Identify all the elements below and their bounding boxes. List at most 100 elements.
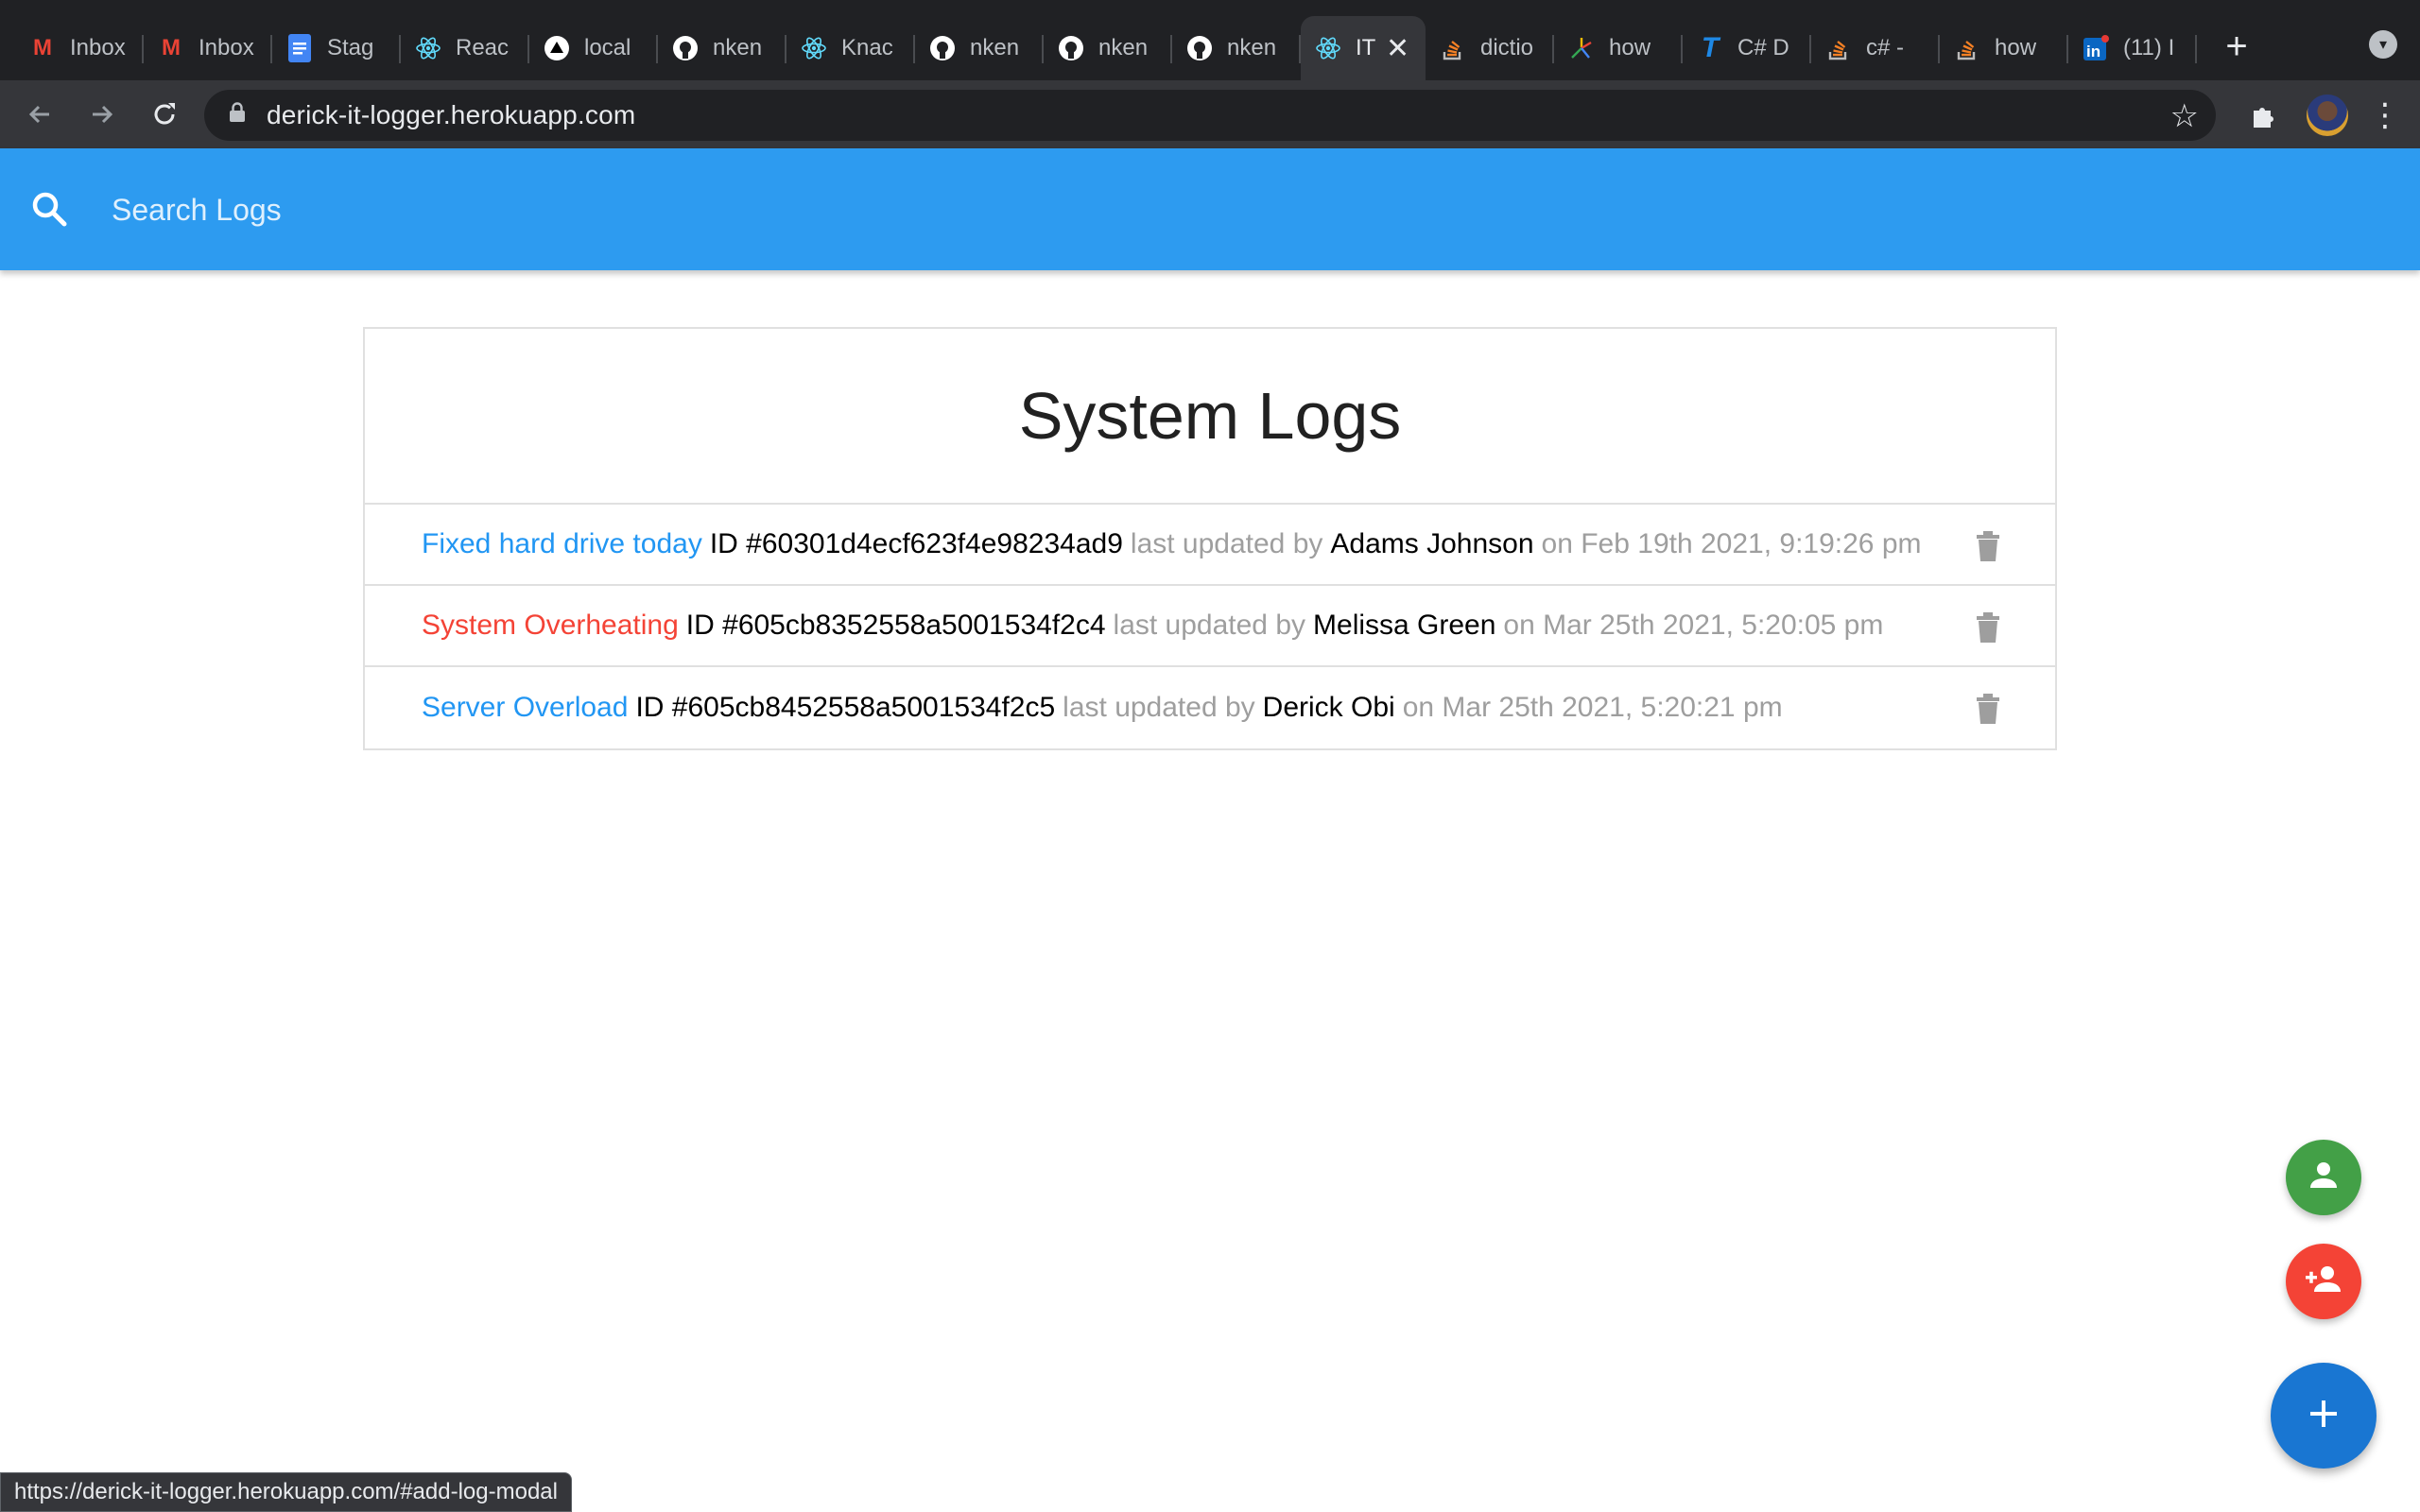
extensions-puzzle-icon[interactable] bbox=[2240, 92, 2288, 139]
tab-label: dictio bbox=[1480, 35, 1534, 60]
add-log-button[interactable] bbox=[2271, 1363, 2377, 1469]
profile-avatar[interactable] bbox=[2307, 94, 2348, 136]
tab-label: C# D bbox=[1737, 35, 1789, 60]
log-updated-by-label: last updated by bbox=[1063, 692, 1255, 723]
github-icon bbox=[671, 34, 700, 62]
browser-tab[interactable]: Knac bbox=[786, 16, 915, 80]
delete-trash-icon[interactable] bbox=[1974, 692, 2002, 726]
log-date: on Feb 19th 2021, 9:19:26 pm bbox=[1541, 528, 1922, 559]
log-updated-by-label: last updated by bbox=[1130, 528, 1323, 559]
tab-label: c# - bbox=[1866, 35, 1905, 60]
back-arrow-icon[interactable] bbox=[15, 90, 64, 139]
delete-trash-icon[interactable] bbox=[1974, 529, 2002, 563]
address-bar[interactable]: derick-it-logger.herokuapp.com ☆ bbox=[204, 90, 2216, 141]
browser-tab[interactable]: Stag bbox=[272, 16, 401, 80]
tech-list-button[interactable] bbox=[2286, 1140, 2361, 1215]
page-title: System Logs bbox=[1018, 379, 1402, 453]
vercel-icon bbox=[543, 34, 571, 62]
react-icon bbox=[800, 34, 828, 62]
github-icon bbox=[1185, 34, 1214, 62]
tab-label: how bbox=[1995, 35, 2037, 60]
log-tech-name: Derick Obi bbox=[1262, 692, 1395, 723]
log-message-link[interactable]: Fixed hard drive today bbox=[422, 528, 702, 560]
add-icon bbox=[2305, 1395, 2342, 1437]
log-message-link[interactable]: Server Overload bbox=[422, 692, 628, 724]
log-tech-name: Adams Johnson bbox=[1330, 528, 1534, 559]
log-item: System Overheating ID #605cb8352558a5001… bbox=[365, 586, 2055, 667]
tab-label: nken bbox=[1227, 35, 1277, 60]
toolbar-actions: ⋮ bbox=[2227, 92, 2401, 139]
tab-label: Reac bbox=[456, 35, 510, 60]
react-icon bbox=[1314, 34, 1342, 62]
tab-label: Knac bbox=[841, 35, 893, 60]
delete-trash-icon[interactable] bbox=[1974, 610, 2002, 644]
log-id: ID #605cb8352558a5001534f2c4 bbox=[685, 610, 1106, 641]
tab-label: local bbox=[584, 35, 631, 60]
logs-collection: System Logs Fixed hard drive today ID #6… bbox=[363, 327, 2057, 750]
log-message-link[interactable]: System Overheating bbox=[422, 610, 679, 642]
log-updated-by-label: last updated by bbox=[1113, 610, 1306, 641]
svg-text:in: in bbox=[2086, 43, 2100, 60]
browser-tab-strip: M Inbox M Inbox Stag Reac local nken Kna… bbox=[0, 0, 2420, 80]
browser-tab[interactable]: nken bbox=[1044, 16, 1172, 80]
tab-label: how bbox=[1609, 35, 1651, 60]
linkedin-icon: in bbox=[2082, 34, 2110, 62]
react-icon bbox=[414, 34, 442, 62]
browser-tab[interactable]: T C# D bbox=[1683, 16, 1811, 80]
gmail-icon: M bbox=[33, 35, 52, 60]
tab-label: nken bbox=[970, 35, 1020, 60]
new-tab-button[interactable]: + bbox=[2210, 21, 2263, 74]
add-tech-button[interactable] bbox=[2286, 1244, 2361, 1319]
gmail-icon: M bbox=[162, 35, 181, 60]
url-text[interactable]: derick-it-logger.herokuapp.com bbox=[267, 100, 635, 130]
close-icon[interactable]: ✕ bbox=[1386, 32, 1409, 65]
browser-tab[interactable]: M Inbox bbox=[15, 16, 144, 80]
browser-tab[interactable]: how bbox=[1554, 16, 1683, 80]
github-icon bbox=[928, 34, 957, 62]
more-menu-icon[interactable]: ⋮ bbox=[2369, 96, 2401, 134]
browser-tab[interactable]: M Inbox bbox=[144, 16, 272, 80]
tab-label: nken bbox=[713, 35, 763, 60]
log-date: on Mar 25th 2021, 5:20:21 pm bbox=[1402, 692, 1783, 723]
browser-tab[interactable]: dictio bbox=[1426, 16, 1554, 80]
person-add-icon bbox=[2303, 1261, 2344, 1303]
browser-tab-active[interactable]: IT ✕ bbox=[1301, 16, 1426, 80]
bookmark-star-icon[interactable]: ☆ bbox=[2170, 97, 2199, 135]
lock-icon[interactable] bbox=[229, 102, 246, 129]
app-navbar bbox=[0, 148, 2420, 270]
tab-label: Inbox bbox=[199, 35, 254, 60]
browser-tab[interactable]: c# - bbox=[1811, 16, 1940, 80]
tab-label: IT bbox=[1356, 35, 1376, 60]
tab-label: Inbox bbox=[70, 35, 126, 60]
search-icon[interactable] bbox=[28, 188, 72, 232]
browser-tab[interactable]: Reac bbox=[401, 16, 529, 80]
browser-tab[interactable]: nken bbox=[1172, 16, 1301, 80]
log-item: Fixed hard drive today ID #60301d4ecf623… bbox=[365, 505, 2055, 586]
sparkle-icon bbox=[1567, 34, 1596, 62]
stackoverflow-icon bbox=[1439, 34, 1467, 62]
log-tech-name: Melissa Green bbox=[1313, 610, 1496, 641]
stackoverflow-icon bbox=[1953, 34, 1981, 62]
search-input[interactable] bbox=[112, 182, 962, 237]
browser-tab[interactable]: how bbox=[1940, 16, 2068, 80]
stackoverflow-icon bbox=[1824, 34, 1853, 62]
log-date: on Mar 25th 2021, 5:20:05 pm bbox=[1503, 610, 1884, 641]
reload-icon[interactable] bbox=[140, 90, 189, 139]
logs-header: System Logs bbox=[365, 329, 2055, 505]
person-icon bbox=[2305, 1157, 2342, 1199]
log-id: ID #60301d4ecf623f4e98234ad9 bbox=[709, 528, 1123, 559]
browser-tab[interactable]: local bbox=[529, 16, 658, 80]
tab-search-icon[interactable]: ▾ bbox=[2369, 30, 2397, 59]
tutorialsteacher-icon: T bbox=[1701, 32, 1720, 63]
browser-tab[interactable]: in (11) I bbox=[2068, 16, 2197, 80]
browser-tab[interactable]: nken bbox=[658, 16, 786, 80]
browser-toolbar: derick-it-logger.herokuapp.com ☆ ⋮ bbox=[0, 80, 2420, 148]
tab-label: nken bbox=[1098, 35, 1149, 60]
tab-label: Stag bbox=[327, 35, 374, 60]
forward-arrow-icon[interactable] bbox=[78, 90, 127, 139]
github-icon bbox=[1057, 34, 1085, 62]
browser-tab[interactable]: nken bbox=[915, 16, 1044, 80]
log-id: ID #605cb8452558a5001534f2c5 bbox=[635, 692, 1056, 723]
tab-label: (11) I bbox=[2123, 35, 2175, 60]
link-status-bubble: https://derick-it-logger.herokuapp.com/#… bbox=[0, 1472, 572, 1512]
